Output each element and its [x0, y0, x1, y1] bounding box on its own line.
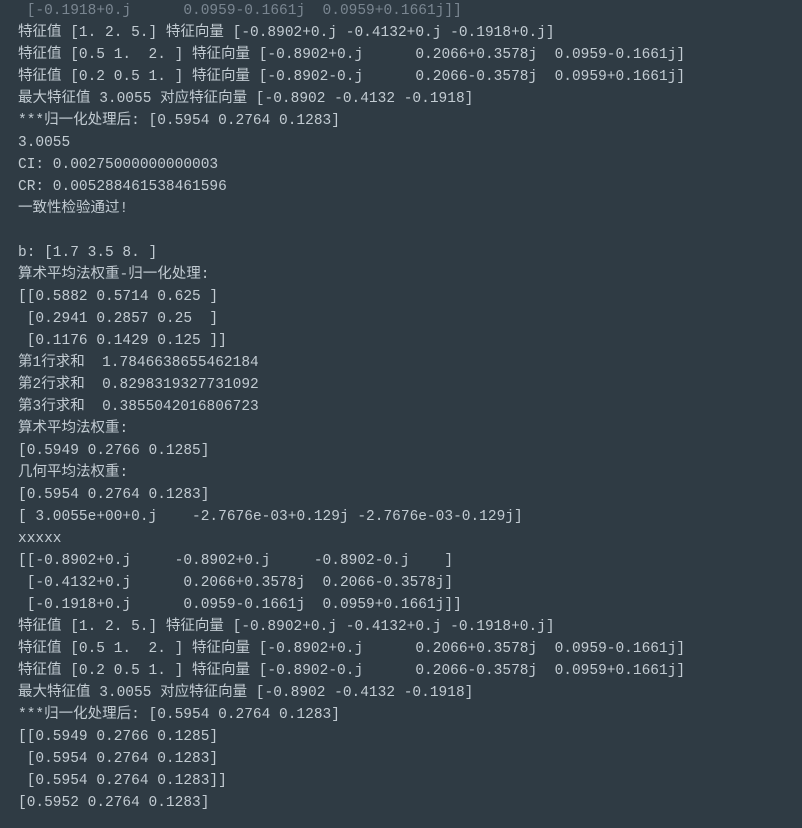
output-line: 第1行求和 1.7846638655462184 [18, 355, 259, 371]
output-line: 3.0055 [18, 135, 70, 151]
output-line: 算术平均法权重-归一化处理: [18, 267, 209, 283]
output-line: ***归一化处理后: [0.5954 0.2764 0.1283] [18, 113, 340, 129]
output-line: 特征值 [0.2 0.5 1. ] 特征向量 [-0.8902-0.j 0.20… [18, 663, 685, 679]
output-line: [-0.1918+0.j 0.0959-0.1661j 0.0959+0.166… [18, 3, 462, 19]
output-line: 第2行求和 0.8298319327731092 [18, 377, 259, 393]
output-line: [0.5954 0.2764 0.1283] [18, 487, 209, 503]
output-line: [-0.1918+0.j 0.0959-0.1661j 0.0959+0.166… [18, 597, 462, 613]
output-line: [[-0.8902+0.j -0.8902+0.j -0.8902-0.j ] [18, 553, 453, 569]
output-line: 特征值 [0.2 0.5 1. ] 特征向量 [-0.8902-0.j 0.20… [18, 69, 685, 85]
output-line: ***归一化处理后: [0.5954 0.2764 0.1283] [18, 707, 340, 723]
output-line: 第3行求和 0.3855042016806723 [18, 399, 259, 415]
output-line: CI: 0.00275000000000003 [18, 157, 218, 173]
output-line: 几何平均法权重: [18, 465, 128, 481]
output-line: 一致性检验通过! [18, 201, 128, 217]
output-line: [ 3.0055e+00+0.j -2.7676e-03+0.129j -2.7… [18, 509, 523, 525]
output-line: [[0.5882 0.5714 0.625 ] [18, 289, 218, 305]
output-line: 最大特征值 3.0055 对应特征向量 [-0.8902 -0.4132 -0.… [18, 91, 473, 107]
console-output: [-0.1918+0.j 0.0959-0.1661j 0.0959+0.166… [0, 0, 802, 828]
output-line: 特征值 [0.5 1. 2. ] 特征向量 [-0.8902+0.j 0.206… [18, 641, 685, 657]
output-line: 算术平均法权重: [18, 421, 128, 437]
output-line: xxxxx [18, 531, 62, 547]
output-line: [0.5954 0.2764 0.1283] [18, 751, 218, 767]
output-line: [0.5954 0.2764 0.1283]] [18, 773, 227, 789]
output-line: 特征值 [1. 2. 5.] 特征向量 [-0.8902+0.j -0.4132… [18, 25, 555, 41]
output-line: [0.5952 0.2764 0.1283] [18, 795, 209, 811]
output-line: [0.1176 0.1429 0.125 ]] [18, 333, 227, 349]
output-line: b: [1.7 3.5 8. ] [18, 245, 157, 261]
output-line: [0.2941 0.2857 0.25 ] [18, 311, 218, 327]
output-line: 特征值 [1. 2. 5.] 特征向量 [-0.8902+0.j -0.4132… [18, 619, 555, 635]
output-line: 特征值 [0.5 1. 2. ] 特征向量 [-0.8902+0.j 0.206… [18, 47, 685, 63]
output-line: 最大特征值 3.0055 对应特征向量 [-0.8902 -0.4132 -0.… [18, 685, 473, 701]
output-line: CR: 0.005288461538461596 [18, 179, 227, 195]
output-line: [[0.5949 0.2766 0.1285] [18, 729, 218, 745]
output-line: [0.5949 0.2766 0.1285] [18, 443, 209, 459]
output-line: [-0.4132+0.j 0.2066+0.3578j 0.2066-0.357… [18, 575, 453, 591]
